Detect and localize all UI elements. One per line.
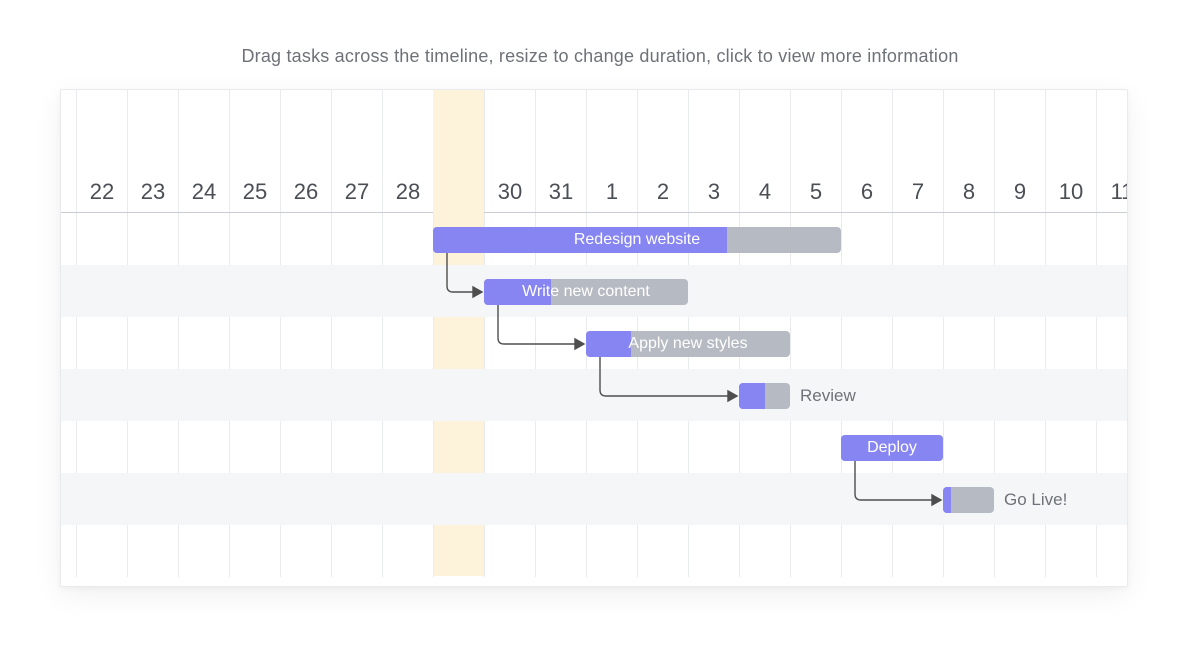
date-cell: 4 [739,172,790,212]
task-progress [739,383,765,409]
date-cell: 25 [229,172,280,212]
gantt-row [61,369,1127,421]
date-cell: 9 [994,172,1045,212]
task-label: Review [790,383,856,409]
gantt-row [61,525,1127,577]
header-spacer [61,90,1127,172]
date-cell: 2 [637,172,688,212]
task-label: Go Live! [994,487,1067,513]
date-cell: 1 [586,172,637,212]
task-bar[interactable]: Deploy [841,435,943,461]
date-cell: 26 [280,172,331,212]
task-bar[interactable] [943,487,994,513]
date-cell: 5 [790,172,841,212]
date-cell: 29 [433,172,484,212]
date-cell: 6 [841,172,892,212]
task-progress [586,331,631,357]
date-cell: 24 [178,172,229,212]
date-cell: 3 [688,172,739,212]
timeline-date-row: 222324252627282930311234567891011121314 [61,172,1127,213]
task-progress [943,487,951,513]
task-bar[interactable]: Write new content [484,279,688,305]
gantt-body[interactable]: Redesign website Write new content Apply n… [61,213,1127,577]
date-cell: 7 [892,172,943,212]
date-cell: 30 [484,172,535,212]
task-bar[interactable]: Redesign website [433,227,841,253]
gantt-row [61,421,1127,473]
task-progress [841,435,943,461]
date-cell: 8 [943,172,994,212]
gantt-scroll-area[interactable]: 222324252627282930311234567891011121314 … [61,90,1127,586]
date-cell: 27 [331,172,382,212]
task-bar[interactable]: Apply new styles [586,331,790,357]
gantt-panel: 222324252627282930311234567891011121314 … [60,89,1128,587]
date-cell: 31 [535,172,586,212]
date-cell: 22 [76,172,127,212]
task-progress [433,227,727,253]
date-cell: 23 [127,172,178,212]
date-cell: 11 [1096,172,1127,212]
date-cell: 10 [1045,172,1096,212]
date-cell: 28 [382,172,433,212]
instruction-text: Drag tasks across the timeline, resize t… [0,0,1200,89]
task-bar[interactable] [739,383,790,409]
task-progress [484,279,551,305]
